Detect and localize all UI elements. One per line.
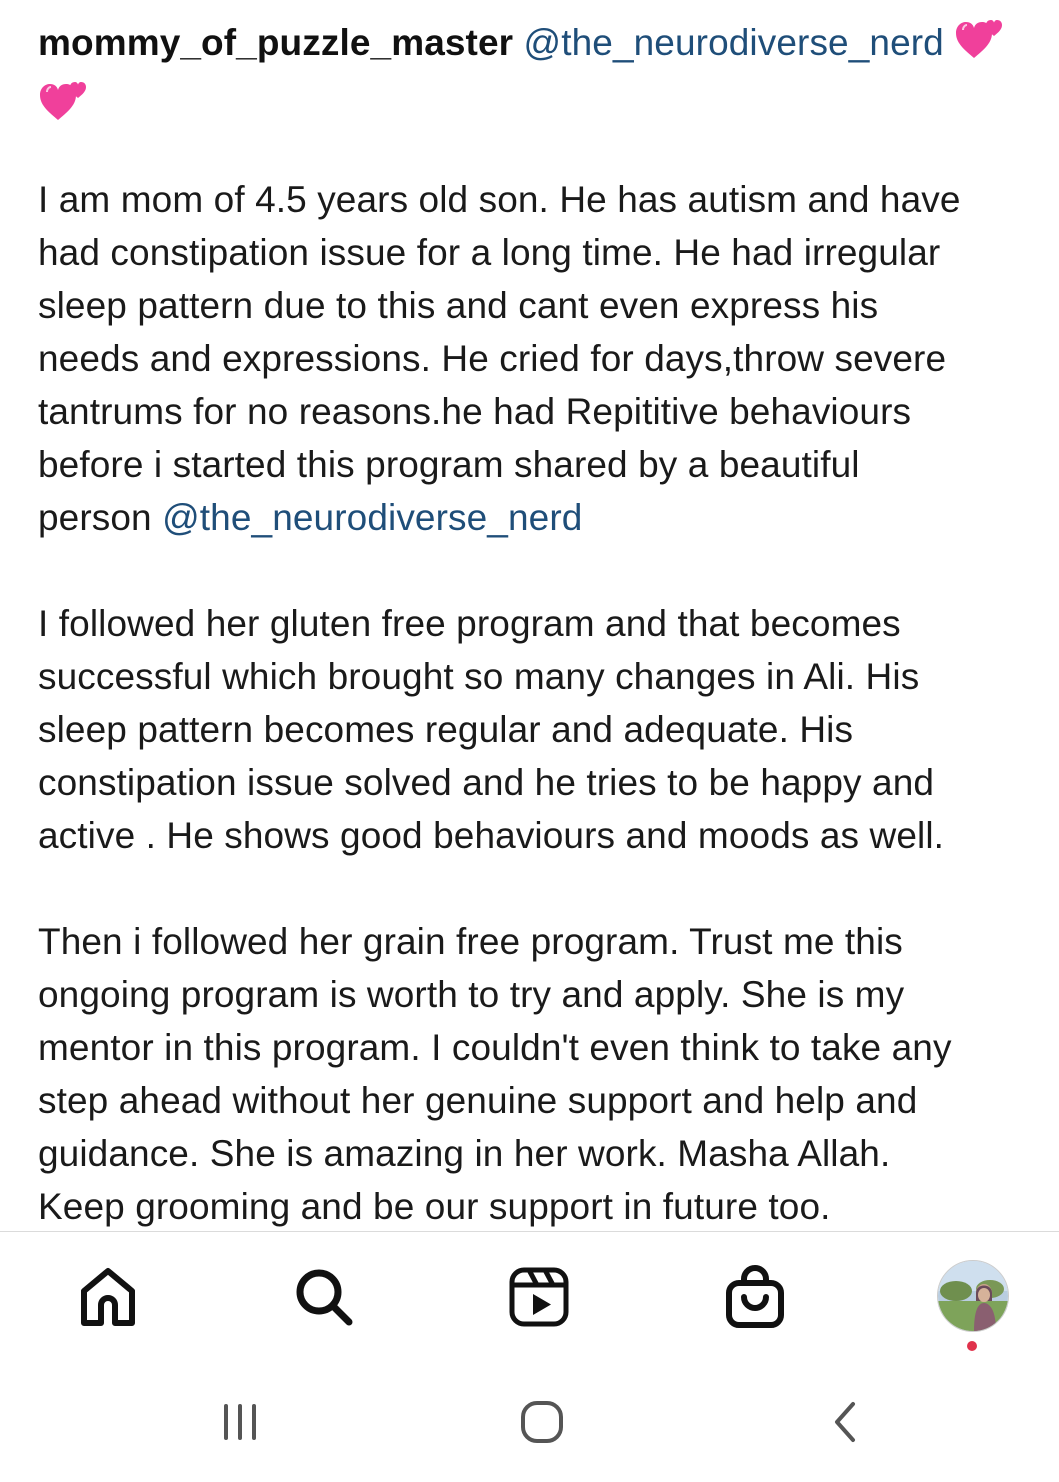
caption-paragraph-1: I am mom of 4.5 years old son. He has au… [38,179,961,538]
post-caption: mommy_of_puzzle_master @the_neurodiverse… [38,14,1038,1233]
post-username[interactable]: mommy_of_puzzle_master [38,22,513,63]
profile-avatar[interactable] [937,1260,1009,1332]
caption-header: mommy_of_puzzle_master @the_neurodiverse… [38,14,1038,120]
recent-apps-icon[interactable] [210,1397,270,1447]
caption-paragraph-3: Then i followed her grain free program. … [38,921,952,1227]
home-button-icon[interactable] [512,1397,572,1447]
reels-icon[interactable] [504,1262,574,1332]
shop-bag-icon[interactable] [720,1262,790,1332]
back-icon[interactable] [815,1397,875,1447]
home-icon[interactable] [73,1262,143,1332]
notification-dot [967,1341,977,1351]
two-hearts-icon [954,14,1006,76]
body-mention-link[interactable]: @the_neurodiverse_nerd [162,497,582,538]
system-navigation-bar [0,1362,1059,1482]
bottom-tab-bar [0,1232,1059,1362]
header-mention-link[interactable]: @the_neurodiverse_nerd [524,22,944,63]
search-icon[interactable] [289,1262,359,1332]
caption-paragraph-2: I followed her gluten free program and t… [38,603,945,856]
two-hearts-icon [38,76,90,138]
